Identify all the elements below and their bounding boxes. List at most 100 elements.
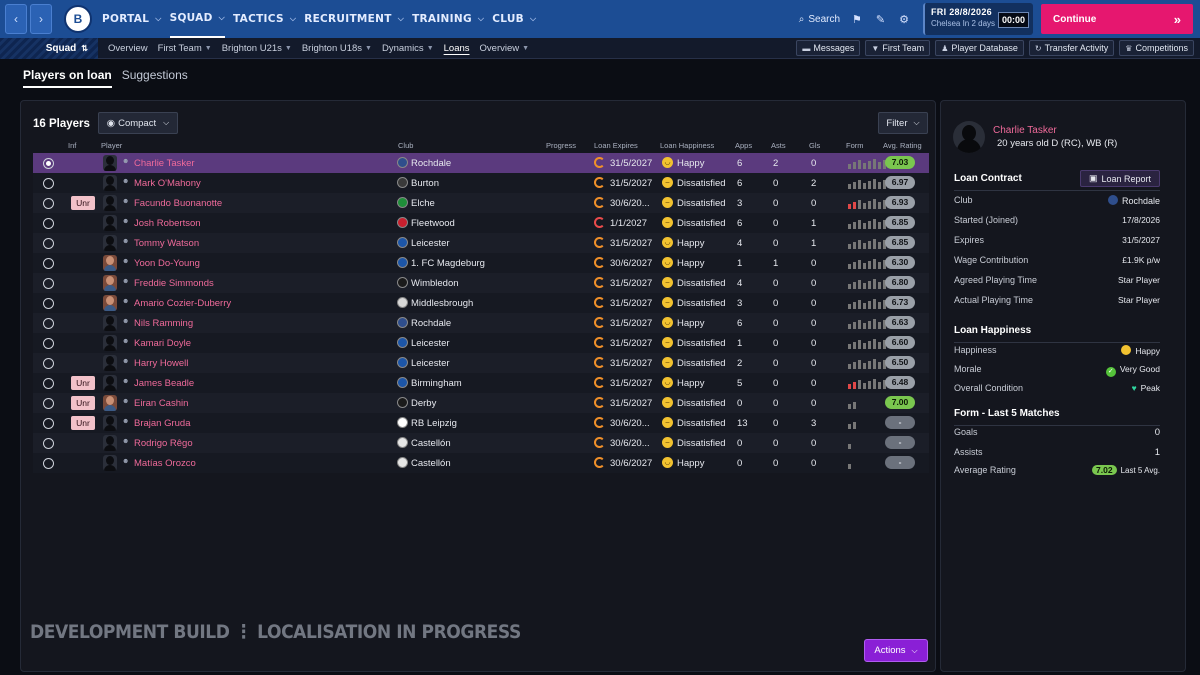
squad-selector[interactable]: Squad ⇅ — [0, 37, 98, 59]
col-inf[interactable]: Inf — [68, 141, 76, 150]
table-row[interactable]: ☻ Charlie Tasker Rochdale 31/5/2027 ◡ Happy 6 2… — [33, 153, 929, 173]
col-asts[interactable]: Asts — [771, 141, 786, 150]
date-box[interactable]: FRI 28/8/2026 Chelsea In 2 days 00:00 — [923, 3, 1033, 35]
menu-club[interactable]: CLUB ⌵ — [492, 0, 536, 38]
player-name-link[interactable]: Facundo Buonanotte — [134, 198, 222, 209]
gear-icon[interactable]: ⚙ — [899, 13, 909, 26]
table-row[interactable]: ☻ Matías Orozco Castellón 30/6/2027 ◡ Happy 0 0… — [33, 453, 929, 473]
club-name-link[interactable]: 1. FC Magdeburg — [411, 258, 485, 269]
table-row[interactable]: Unr ☻ Facundo Buonanotte Elche 30/6/20... – Di… — [33, 193, 929, 213]
menu-portal[interactable]: PORTAL ⌵ — [102, 0, 162, 38]
col-avg-rating[interactable]: Avg. Rating — [883, 141, 922, 150]
view-dropdown[interactable]: ◉ Compact ⌵ — [98, 112, 178, 134]
sublink-u18[interactable]: Brighton U18s ▼ — [302, 43, 372, 54]
player-name-link[interactable]: Kamari Doyle — [134, 338, 191, 349]
player-name-link[interactable]: Brajan Gruda — [134, 418, 191, 429]
col-gls[interactable]: Gls — [809, 141, 820, 150]
row-radio[interactable] — [43, 338, 54, 349]
player-name-link[interactable]: Yoon Do-Young — [134, 258, 200, 269]
table-row[interactable]: Unr ☻ Eiran Cashin Derby 31/5/2027– Dissatisf… — [33, 393, 929, 413]
table-row[interactable]: ☻ Amario Cozier-Duberry Middlesbrough 31/5/… — [33, 293, 929, 313]
notes-icon[interactable]: ✎ — [876, 13, 885, 26]
sublink-overview-2[interactable]: Overview ▼ — [480, 43, 530, 54]
row-radio[interactable] — [43, 298, 54, 309]
row-radio[interactable] — [43, 278, 54, 289]
club-name-link[interactable]: Leicester — [411, 238, 450, 249]
player-name-link[interactable]: Freddie Simmonds — [134, 278, 214, 289]
menu-recruitment[interactable]: RECRUITMENT ⌵ — [304, 0, 404, 38]
row-radio[interactable] — [43, 198, 54, 209]
sublink-first-team[interactable]: First Team ▼ — [158, 43, 212, 54]
tab-suggestions[interactable]: Suggestions — [122, 68, 188, 88]
club-name-link[interactable]: Middlesbrough — [411, 298, 473, 309]
col-progress[interactable]: Progress — [546, 141, 576, 150]
table-row[interactable]: ☻ Josh Robertson Fleetwood 1/1/2027 – Dissati… — [33, 213, 929, 233]
row-radio[interactable] — [43, 318, 54, 329]
player-name-link[interactable]: Eiran Cashin — [134, 398, 188, 409]
table-row[interactable]: Unr ☻ James Beadle Birmingham 31/5/2027 ◡ Happ… — [33, 373, 929, 393]
search-button[interactable]: ⌕ Search — [799, 14, 840, 25]
row-radio[interactable] — [43, 378, 54, 389]
menu-training[interactable]: TRAINING ⌵ — [412, 0, 484, 38]
row-radio[interactable] — [43, 178, 54, 189]
row-radio[interactable] — [43, 158, 54, 169]
sublink-loans[interactable]: Loans — [444, 43, 470, 54]
table-row[interactable]: ☻ Nils Ramming Rochdale 31/5/2027 ◡ Happy 6 0 0 6… — [33, 313, 929, 333]
col-loan-happiness[interactable]: Loan Happiness — [660, 141, 714, 150]
table-row[interactable]: ☻ Harry Howell Leicester 31/5/2027– Dissatis… — [33, 353, 929, 373]
row-radio[interactable] — [43, 218, 54, 229]
forward-button[interactable]: › — [30, 4, 52, 34]
row-radio[interactable] — [43, 358, 54, 369]
filter-button[interactable]: Filter ⌵ — [878, 112, 928, 134]
club-crest-icon[interactable]: B — [64, 5, 92, 33]
table-row[interactable]: ☻ Rodrigo Rêgo Castellón 30/6/20... – Dissati… — [33, 433, 929, 453]
table-row[interactable]: ☻ Yoon Do-Young 1. FC Magdeburg 30/6/2027 ◡ H… — [33, 253, 929, 273]
club-name-link[interactable]: Rochdale — [411, 318, 451, 329]
actions-button[interactable]: Actions ⌵ — [864, 639, 928, 662]
player-name-link[interactable]: Amario Cozier-Duberry — [134, 298, 231, 309]
player-name-link[interactable]: Tommy Watson — [134, 238, 199, 249]
menu-squad[interactable]: SQUAD ⌵ — [169, 0, 225, 38]
sublink-overview[interactable]: Overview — [108, 43, 148, 54]
first-team-button[interactable]: ▼ First Team — [865, 40, 931, 56]
table-row[interactable]: ☻ Tommy Watson Leicester 31/5/2027 ◡ Happy 4 0 1… — [33, 233, 929, 253]
club-name-link[interactable]: Derby — [411, 398, 436, 409]
club-name-link[interactable]: Fleetwood — [411, 218, 455, 229]
back-button[interactable]: ‹ — [5, 4, 27, 34]
bookmark-icon[interactable]: ⚑ — [852, 13, 862, 26]
player-database-button[interactable]: ♟ Player Database — [935, 40, 1024, 56]
table-row[interactable]: ☻ Mark O'Mahony Burton 31/5/2027– Dissatisfi… — [33, 173, 929, 193]
club-name-link[interactable]: Burton — [411, 178, 439, 189]
player-name-link[interactable]: Charlie Tasker — [993, 125, 1057, 136]
club-name-link[interactable]: RB Leipzig — [411, 418, 457, 429]
transfer-activity-button[interactable]: ↻ Transfer Activity — [1028, 40, 1115, 56]
player-name-link[interactable]: Harry Howell — [134, 358, 188, 369]
tab-players-on-loan[interactable]: Players on loan — [23, 68, 112, 88]
row-radio[interactable] — [43, 418, 54, 429]
row-radio[interactable] — [43, 458, 54, 469]
row-radio[interactable] — [43, 438, 54, 449]
club-name-link[interactable]: Castellón — [411, 458, 451, 469]
messages-button[interactable]: ▬ Messages — [796, 40, 861, 56]
kv-value[interactable]: Rochdale — [1107, 195, 1160, 206]
col-club[interactable]: Club — [398, 141, 413, 150]
player-name-link[interactable]: Charlie Tasker — [134, 158, 195, 169]
table-row[interactable]: Unr ☻ Brajan Gruda RB Leipzig 30/6/20... – Dis… — [33, 413, 929, 433]
club-name-link[interactable]: Elche — [411, 198, 435, 209]
club-name-link[interactable]: Birmingham — [411, 378, 462, 389]
col-loan-expires[interactable]: Loan Expires — [594, 141, 638, 150]
col-form[interactable]: Form — [846, 141, 864, 150]
sublink-dynamics[interactable]: Dynamics ▼ — [382, 43, 434, 54]
continue-button[interactable]: Continue » — [1041, 4, 1193, 34]
player-name-link[interactable]: Mark O'Mahony — [134, 178, 201, 189]
table-row[interactable]: ☻ Freddie Simmonds Wimbledon 31/5/2027– Diss… — [33, 273, 929, 293]
club-name-link[interactable]: Castellón — [411, 438, 451, 449]
club-name-link[interactable]: Wimbledon — [411, 278, 459, 289]
col-apps[interactable]: Apps — [735, 141, 752, 150]
club-name-link[interactable]: Leicester — [411, 358, 450, 369]
player-name-link[interactable]: James Beadle — [134, 378, 194, 389]
club-name-link[interactable]: Rochdale — [411, 158, 451, 169]
col-player[interactable]: Player — [101, 141, 122, 150]
row-radio[interactable] — [43, 238, 54, 249]
club-name-link[interactable]: Leicester — [411, 338, 450, 349]
